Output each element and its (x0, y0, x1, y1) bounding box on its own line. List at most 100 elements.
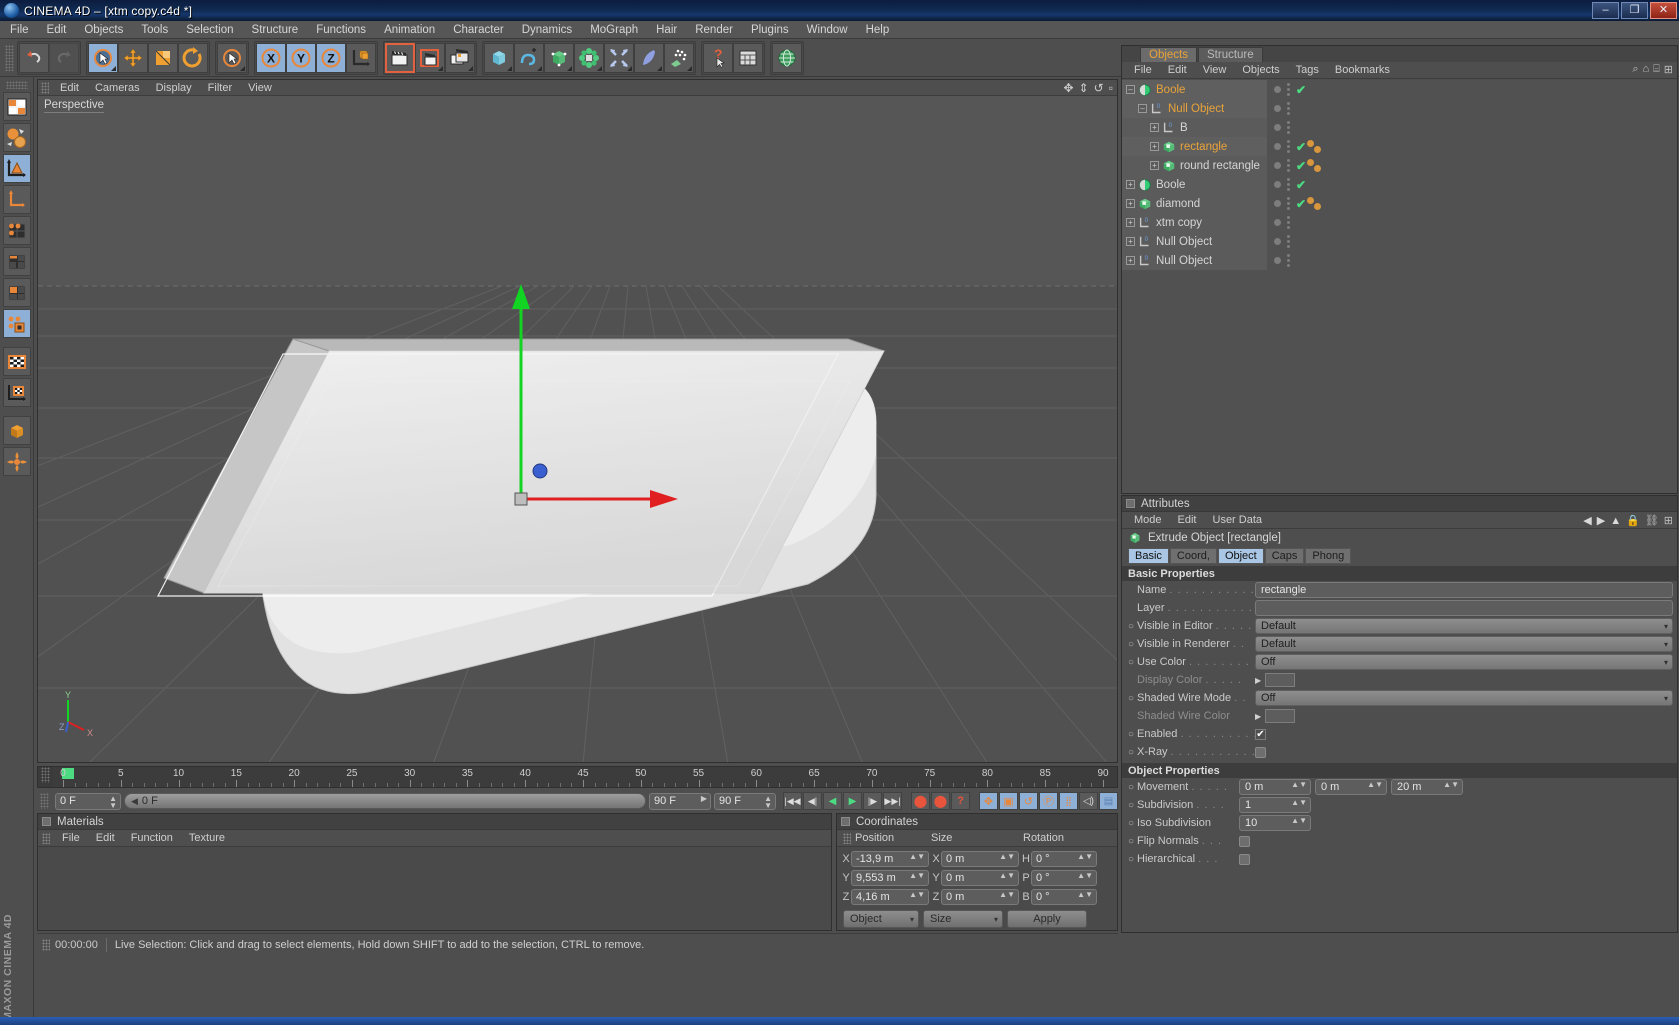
keyframe-selection-button[interactable]: ? (951, 792, 970, 810)
tag-icon[interactable] (1307, 159, 1314, 166)
add-nurbs-icon[interactable] (544, 42, 574, 73)
lock-icon[interactable]: 🔒 (1626, 514, 1640, 527)
rotate-tool-icon[interactable] (178, 42, 208, 73)
render-region-icon[interactable] (415, 42, 445, 73)
search-icon[interactable]: ⌕ (1632, 63, 1638, 76)
attr-tab-object[interactable]: Object (1217, 547, 1264, 564)
document-range-spinner[interactable]: ▲ ▼ (764, 794, 772, 809)
visibility-toggle-dots[interactable] (1287, 254, 1290, 267)
attr-tab-basic[interactable]: Basic (1128, 547, 1169, 564)
home-icon[interactable]: ⌂ (1643, 63, 1650, 76)
menu-character[interactable]: Character (444, 21, 513, 39)
attribute-dropdown[interactable]: Default (1255, 618, 1673, 634)
size-x-field[interactable]: 0 m ▲▼ (941, 851, 1019, 867)
menu-hair[interactable]: Hair (647, 21, 686, 39)
apply-button[interactable]: Apply (1007, 910, 1087, 928)
attribute-checkbox-checked[interactable]: ✔ (1255, 728, 1266, 740)
lock-y-axis-icon[interactable]: Y (286, 42, 316, 73)
keyframe-preset-button[interactable]: ▤ (1099, 792, 1118, 810)
lock-z-axis-icon[interactable]: Z (316, 42, 346, 73)
attribute-text-field[interactable] (1255, 600, 1673, 616)
object-row-label[interactable]: Boole (1156, 84, 1185, 96)
texture-mode-icon[interactable] (2, 347, 31, 376)
object-row-label[interactable]: diamond (1156, 198, 1200, 210)
visibility-toggle-dots[interactable] (1287, 83, 1290, 96)
expand-icon[interactable]: + (1126, 256, 1135, 265)
scrubber-handle-icon[interactable]: ◀ (131, 796, 138, 807)
tab-objects[interactable]: Objects (1140, 47, 1197, 62)
timeline-ruler-bar[interactable]: 0 5 10 15 20 25 30 35 40 45 50 55 60 65 70 75 80 85 90 (37, 766, 1118, 788)
animatable-bullet-icon[interactable]: ○ (1128, 657, 1137, 668)
timeline-grip[interactable] (41, 767, 50, 783)
polygons-mode-icon[interactable] (2, 278, 31, 307)
materials-collapse-icon[interactable] (42, 817, 51, 826)
help-cursor-icon[interactable]: ? (703, 42, 733, 73)
object-row-tags[interactable] (1307, 156, 1329, 175)
attr-tab-caps[interactable]: Caps (1264, 547, 1305, 564)
visibility-dot[interactable] (1274, 86, 1281, 93)
attributes-menu-mode[interactable]: Mode (1126, 514, 1170, 526)
position-x-field[interactable]: -13,9 m ▲▼ (851, 851, 929, 867)
value-spinner[interactable]: ▲▼ (1291, 781, 1307, 789)
menu-mograph[interactable]: MoGraph (581, 21, 647, 39)
viewport-nav-buttons[interactable]: ✥ ⇕ ↺ ▫ (1064, 81, 1113, 95)
object-row-label[interactable]: B (1180, 122, 1188, 134)
object-row-visibility-dots[interactable] (1274, 102, 1290, 115)
om-menu-tags[interactable]: Tags (1288, 64, 1327, 76)
object-row-label[interactable]: Boole (1156, 179, 1185, 191)
time-scrubber[interactable]: ◀ 0 F (124, 793, 646, 809)
object-tree-row[interactable]: – Boole ✔ (1122, 80, 1677, 99)
visibility-dot[interactable] (1274, 200, 1281, 207)
object-row-label[interactable]: Null Object (1156, 236, 1212, 248)
attribute-checkbox[interactable] (1239, 853, 1250, 865)
visibility-toggle-dots[interactable] (1287, 140, 1290, 153)
om-menu-edit[interactable]: Edit (1160, 64, 1195, 76)
expand-icon[interactable]: + (1126, 237, 1135, 246)
menu-tools[interactable]: Tools (132, 21, 177, 39)
object-tree-row[interactable]: +0 B (1122, 118, 1677, 137)
size-mode-dropdown[interactable]: Size (923, 910, 1003, 928)
window-controls[interactable]: – ❐ ✕ (1592, 2, 1677, 19)
materials-menu-grip[interactable] (42, 832, 50, 844)
preview-range-spinner[interactable]: ▶ (701, 794, 707, 802)
menu-structure[interactable]: Structure (243, 21, 308, 39)
size-y-spinner[interactable]: ▲▼ (999, 872, 1015, 880)
collapse-icon[interactable]: – (1126, 85, 1135, 94)
rotation-b-field[interactable]: 0 ° ▲▼ (1031, 889, 1097, 905)
animatable-bullet-icon[interactable]: ○ (1128, 621, 1137, 632)
viewport-menu-cameras[interactable]: Cameras (87, 80, 148, 96)
menu-animation[interactable]: Animation (375, 21, 444, 39)
object-row-label[interactable]: Null Object (1168, 103, 1224, 115)
texture-axis-mode-icon[interactable] (2, 378, 31, 407)
scale-key-toggle[interactable]: ▣ (999, 792, 1018, 810)
tag-icon[interactable] (1314, 146, 1321, 153)
play-backwards-button[interactable]: ◀ (823, 792, 842, 810)
selection-mode-icon[interactable] (217, 42, 247, 73)
om-menu-bookmarks[interactable]: Bookmarks (1327, 64, 1398, 76)
viewport-menu-edit[interactable]: Edit (52, 80, 87, 96)
go-to-end-button[interactable]: ▶▶| (883, 792, 902, 810)
autokeying-button[interactable]: ⬤ (931, 792, 950, 810)
enabled-check-icon[interactable]: ✔ (1296, 83, 1306, 97)
position-y-spinner[interactable]: ▲▼ (909, 872, 925, 880)
points-mode-icon[interactable] (2, 216, 31, 245)
undo-icon[interactable] (19, 42, 49, 73)
materials-menu-edit[interactable]: Edit (88, 832, 123, 844)
current-frame-spinner[interactable]: ▲ ▼ (109, 794, 117, 809)
enabled-check-icon[interactable]: ✔ (1296, 140, 1306, 154)
animatable-bullet-icon[interactable]: ○ (1128, 818, 1137, 829)
add-cube-primitive-icon[interactable] (484, 42, 514, 73)
animatable-bullet-icon[interactable]: ○ (1128, 854, 1137, 865)
back-arrow-icon[interactable]: ◀ (1583, 514, 1591, 527)
layers-icon[interactable]: ⌸ (1653, 63, 1660, 76)
rotation-key-toggle[interactable]: ↺ (1019, 792, 1038, 810)
expand-icon[interactable]: + (1150, 161, 1159, 170)
enable-axis-modification-icon[interactable] (2, 309, 31, 338)
object-row-visibility-dots[interactable]: ✔ (1274, 197, 1306, 211)
object-tree-row[interactable]: +0 xtm copy (1122, 213, 1677, 232)
edges-mode-icon[interactable] (2, 247, 31, 276)
object-tree-row[interactable]: + diamond ✔ (1122, 194, 1677, 213)
viewport-menu-view[interactable]: View (240, 80, 280, 96)
menu-selection[interactable]: Selection (177, 21, 242, 39)
animatable-bullet-icon[interactable]: ○ (1128, 693, 1137, 704)
